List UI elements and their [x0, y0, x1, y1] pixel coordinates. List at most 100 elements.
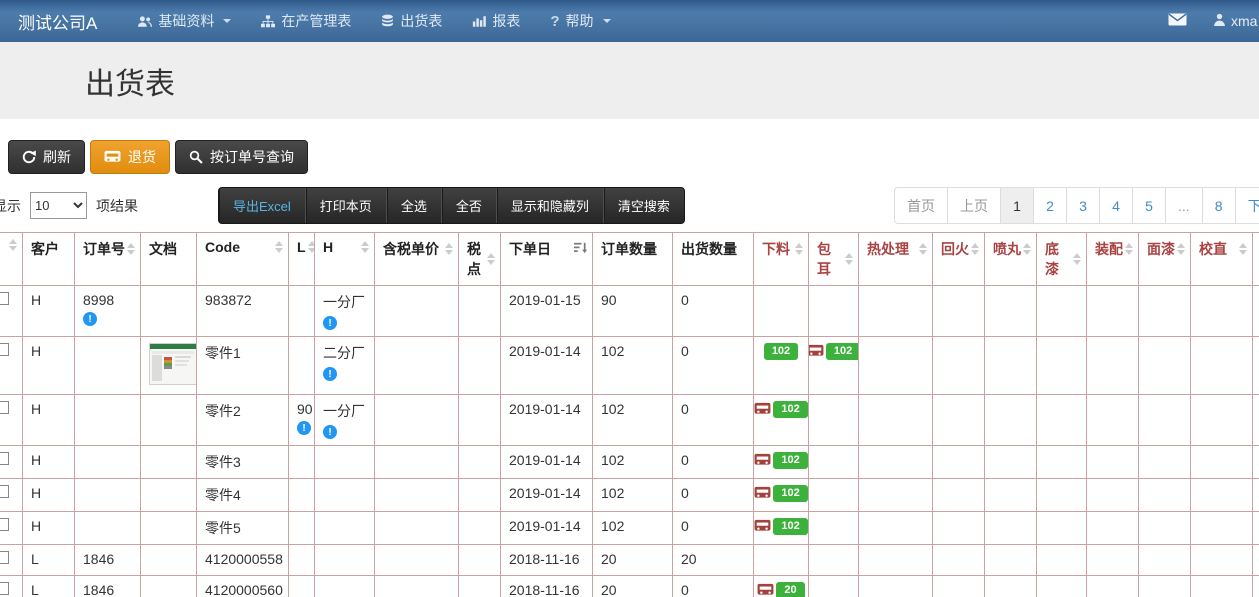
nav-item-reports[interactable]: 报表 [457, 0, 535, 42]
column-header-order_no[interactable]: 订单号 [75, 233, 141, 286]
page-2-button[interactable]: 2 [1033, 187, 1067, 224]
cell-text: 零件5 [205, 518, 241, 538]
page-4-button[interactable]: 4 [1099, 187, 1133, 224]
truck-icon [809, 344, 824, 358]
doc-thumbnail-image[interactable] [149, 343, 197, 385]
cell-stage_diqi [1037, 576, 1087, 597]
column-header-stage_mianqi[interactable]: 面漆 [1139, 233, 1191, 286]
cell-ship_qty: 0 [673, 479, 754, 512]
column-header-stage_zhuangpei[interactable]: 装配 [1087, 233, 1139, 286]
nav-item-help[interactable]: ?帮助 [535, 0, 625, 42]
next-page-button[interactable]: 下页 [1235, 187, 1259, 224]
sort-desc-icon [574, 241, 587, 257]
export-excel-button[interactable]: 导出Excel [219, 188, 306, 223]
sort-up-arrow [9, 239, 17, 244]
cell-content: 90! [297, 401, 306, 435]
column-header-date[interactable]: 下单日 [501, 233, 593, 286]
stage-shipment-chip[interactable]: 102 [817, 343, 850, 360]
cell-stage_xiaozhi [1191, 576, 1253, 597]
stage-shipment-chip[interactable]: 102 [762, 401, 800, 418]
column-header-stage_penwan[interactable]: 喷丸 [985, 233, 1037, 286]
column-header-stage_rechuli[interactable]: 热处理 [859, 233, 933, 286]
page-1-button[interactable]: 1 [1000, 187, 1034, 224]
clear-search-button[interactable]: 清空搜索 [604, 188, 684, 223]
cell-stage_zhuangpei [1087, 545, 1139, 576]
info-icon[interactable]: ! [83, 312, 97, 326]
cell-stage_rechuli [859, 337, 933, 395]
user-menu-item[interactable]: xma [1213, 13, 1257, 29]
column-header-l[interactable]: L [289, 233, 315, 286]
first-page-button[interactable]: 首页 [894, 187, 948, 224]
cell-content: L [31, 582, 66, 597]
sort-up-arrow [275, 241, 283, 246]
row-checkbox[interactable] [0, 551, 9, 564]
column-header-price[interactable]: 含税单价 [375, 233, 459, 286]
row-checkbox[interactable] [0, 401, 9, 414]
info-icon[interactable]: ! [323, 316, 337, 330]
mail-menu-item[interactable] [1168, 13, 1187, 29]
cell-stage_xialiao: 102 [754, 512, 809, 545]
truck-icon [754, 402, 771, 416]
column-header-stage_huihuo[interactable]: 回火 [933, 233, 985, 286]
cell-code: 零件5 [197, 512, 289, 545]
sort-icon [275, 241, 283, 253]
info-icon[interactable]: ! [323, 367, 337, 381]
stage-shipment-chip[interactable]: 102 [762, 452, 800, 469]
column-header-select[interactable] [0, 233, 23, 286]
page-8-button[interactable]: 8 [1202, 187, 1236, 224]
page-3-button[interactable]: 3 [1066, 187, 1100, 224]
row-checkbox[interactable] [0, 343, 9, 356]
select-all-button[interactable]: 全选 [387, 188, 442, 223]
column-header-stage_diqi[interactable]: 底漆 [1037, 233, 1087, 286]
cell-order_no [75, 337, 141, 395]
row-checkbox[interactable] [0, 292, 9, 305]
stage-shipment-chip[interactable]: 20 [762, 582, 800, 597]
nav-item-label: 在产管理表 [281, 11, 351, 31]
nav-item-shipment-table[interactable]: 出货表 [366, 0, 457, 42]
nav-item-production-table[interactable]: 在产管理表 [246, 0, 366, 42]
brand[interactable]: 测试公司A [8, 9, 107, 34]
column-header-stage_xialiao[interactable]: 下料 [754, 233, 809, 286]
stage-shipment-chip[interactable]: 102 [762, 485, 800, 502]
row-checkbox[interactable] [0, 518, 9, 531]
cell-text: 102 [601, 485, 624, 501]
sort-down-arrow [9, 246, 17, 251]
row-checkbox[interactable] [0, 582, 9, 595]
row-checkbox[interactable] [0, 452, 9, 465]
stage-qty-badge: 102 [773, 485, 807, 502]
print-page-button[interactable]: 打印本页 [306, 188, 387, 223]
cell-stage_baoer [809, 545, 859, 576]
cell-content: 零件4 [205, 485, 280, 505]
column-header-label: 税点 [467, 239, 485, 279]
column-header-h[interactable]: H [315, 233, 375, 286]
cell-stage_mianqi [1139, 286, 1191, 337]
nav-item-basic-data[interactable]: 基础资料 [123, 0, 246, 42]
info-icon[interactable]: ! [297, 421, 311, 435]
cell-content: 102 [601, 401, 664, 417]
refresh-button[interactable]: 刷新 [8, 140, 85, 174]
column-header-stage_baoer[interactable]: 包耳 [809, 233, 859, 286]
sort-up-arrow [1239, 243, 1247, 248]
sort-down-arrow [127, 250, 135, 255]
page-5-button[interactable]: 5 [1132, 187, 1166, 224]
stage-shipment-chip[interactable]: 102 [762, 343, 800, 360]
page-ellipsis[interactable]: ... [1165, 187, 1203, 224]
cell-content: 4120000560 [205, 582, 280, 597]
cell-cut [1253, 446, 1259, 479]
show-hide-columns-button[interactable]: 显示和隐藏列 [497, 188, 604, 223]
stage-shipment-chip[interactable]: 102 [762, 518, 800, 535]
prev-page-button[interactable]: 上页 [947, 187, 1001, 224]
column-header-stage_xiaozhi[interactable]: 校直 [1191, 233, 1253, 286]
cell-cut [1253, 286, 1259, 337]
select-none-button[interactable]: 全否 [442, 188, 497, 223]
page-size-select[interactable]: 10 [30, 192, 87, 219]
column-header-code[interactable]: Code [197, 233, 289, 286]
row-checkbox[interactable] [0, 485, 9, 498]
envelope-icon [1168, 13, 1187, 29]
column-header-inner: 下料 [762, 239, 803, 259]
return-goods-button[interactable]: 退货 [90, 140, 170, 174]
info-icon[interactable]: ! [323, 425, 337, 439]
column-header-tax[interactable]: 税点 [459, 233, 501, 286]
cell-cut [1253, 479, 1259, 512]
query-by-order-button[interactable]: 按订单号查询 [175, 140, 308, 174]
